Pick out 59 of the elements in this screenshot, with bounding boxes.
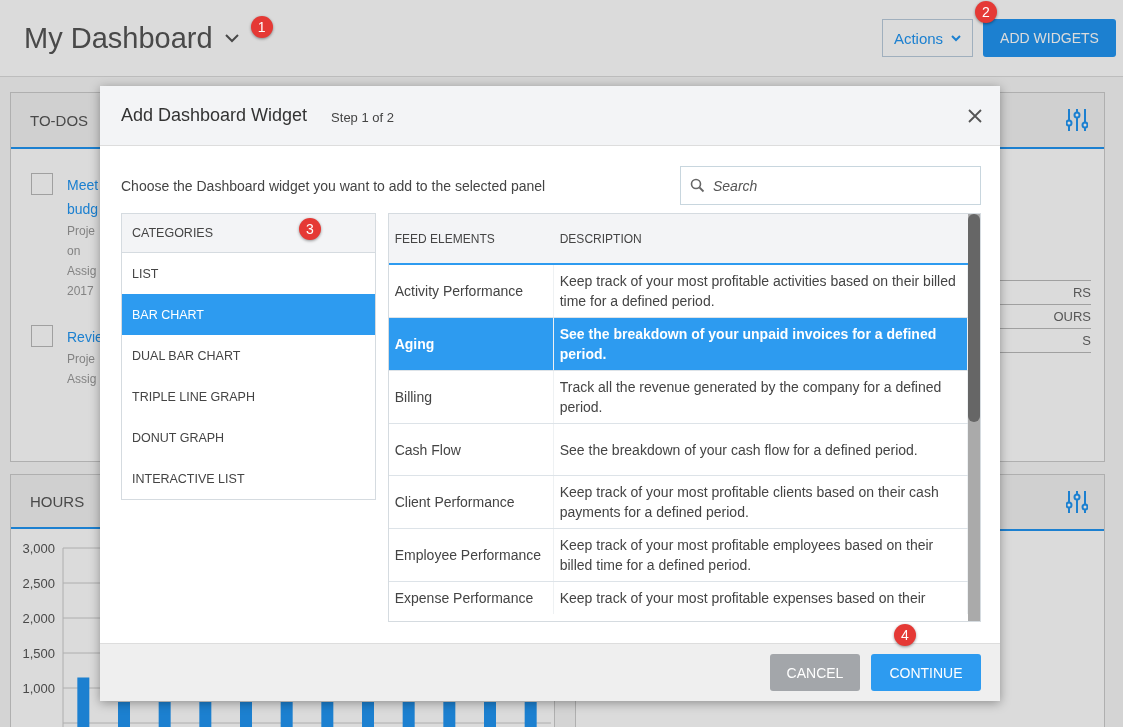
chevron-down-icon [951,34,962,42]
table-cell: Expense Performance [388,582,554,614]
table-row[interactable]: Cash Flow See the breakdown of your cash flow for a defined period. [388,424,968,476]
list-row-text: OURS [1053,309,1091,324]
settings-icon[interactable] [1066,490,1088,514]
list-row-text: RS [1072,285,1091,300]
table-cell: Billing [388,371,554,423]
axis-label: 2,500 [22,576,55,591]
callout-badge: 2 [975,1,997,23]
bar [158,702,171,727]
table-cell: Activity Performance [388,265,554,317]
bar [402,702,415,727]
table-row[interactable]: Activity Performance Keep track of your most profitable activities based on their billed time for a defined period. [388,265,968,318]
bar [321,702,334,727]
bar [240,702,252,727]
axis-label: 3,000 [22,541,55,556]
dialog-instructions: Choose the Dashboard widget you want to add to the selected panel [121,177,546,194]
close-button[interactable] [966,106,984,125]
todo-detail: on [67,243,82,260]
checkbox[interactable] [31,325,53,347]
bar [199,702,212,727]
checkbox[interactable] [31,173,53,195]
search-icon [690,178,705,193]
table-cell: Aging [388,318,554,370]
table-row[interactable]: Billing Track all the revenue generated by the company for a defined period. [388,371,968,424]
axis-label: 1,500 [22,646,55,661]
todo-detail: Assig [67,371,98,388]
axis-label: 2,000 [22,611,55,626]
column-header: FEED ELEMENTS [393,230,496,248]
step-indicator: Step 1 of 2 [331,110,394,125]
dashboard-title: My Dashboard [24,21,213,55]
settings-icon[interactable] [1066,108,1088,132]
axis-label: 1,000 [22,681,55,696]
table-cell: Employee Performance [388,529,554,581]
table-cell: Client Performance [388,476,554,528]
bar [443,702,456,727]
callout-badge: 4 [894,624,916,646]
list-row-text: S [1082,333,1091,348]
column-header: DESCRIPTION [558,230,643,248]
todo-detail: 2017 [67,283,95,300]
panel-title: TO-DOS [30,111,89,129]
dialog-title: Add Dashboard Widget [121,105,308,126]
bar [77,677,90,727]
bar [362,702,374,727]
table-cell: Cash Flow [388,424,554,475]
todo-detail: Proje [67,351,96,368]
table-row[interactable]: Employee Performance Keep track of your most profitable employees based on their billed time for a defined period. [388,529,968,582]
todo-detail: Proje [67,223,96,240]
search-field[interactable]: Search [680,166,981,205]
chevron-down-icon[interactable] [224,33,239,43]
bar [524,702,537,727]
callout-badge: 1 [250,15,273,38]
todo-detail: Assig [67,263,98,280]
table-row[interactable]: Client Performance Keep track of your most profitable clients based on their cash payments for a defined period. [388,476,968,529]
bar [118,702,130,727]
panel-title: HOURS [30,492,85,510]
scrollbar[interactable] [968,214,980,621]
bar [484,702,496,727]
bar [280,702,293,727]
